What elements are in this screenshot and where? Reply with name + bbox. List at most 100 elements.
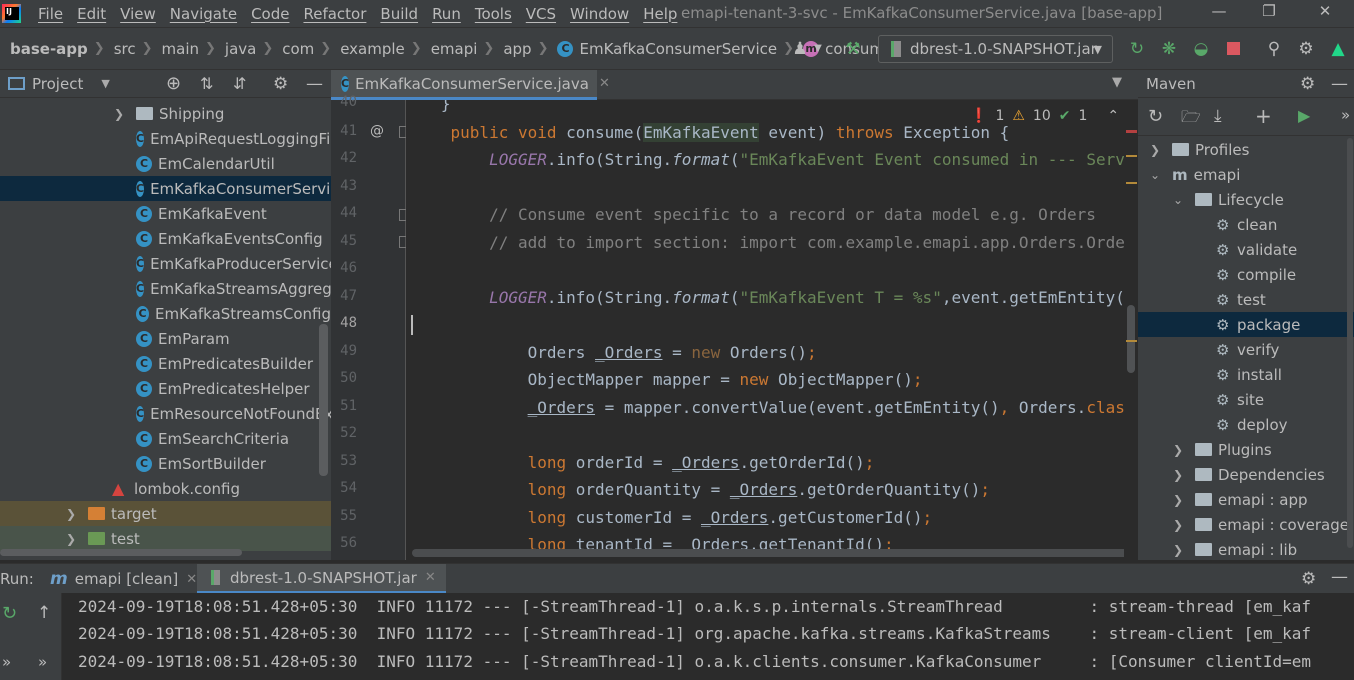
build-hammer-icon[interactable]: ⚒	[843, 39, 863, 59]
run-icon[interactable]: ▶	[1298, 106, 1310, 125]
coverage-icon[interactable]: ◒	[1191, 39, 1211, 59]
rerun-icon[interactable]: ↻	[1127, 39, 1147, 59]
maven-scrollbar[interactable]	[1347, 138, 1353, 548]
maven-goal-verify[interactable]: ⚙ verify	[1138, 337, 1354, 362]
warning-stripe-marker[interactable]	[1126, 155, 1137, 157]
tree-item-class[interactable]: C EmKafkaStreamsAggregator	[0, 276, 331, 301]
tree-item-class[interactable]: C EmSearchCriteria	[0, 426, 331, 451]
locate-target-icon[interactable]: ⊕	[166, 73, 181, 94]
maven-item-lifecycle[interactable]: ⌄ Lifecycle	[1138, 187, 1354, 212]
breadcrumb-com[interactable]: com	[282, 40, 314, 58]
tree-item-class[interactable]: C EmApiRequestLoggingFilter	[0, 126, 331, 151]
hide-panel-icon[interactable]: —	[306, 74, 323, 94]
chevron-right-icon[interactable]: ❯	[64, 532, 78, 546]
add-icon[interactable]: +	[1255, 104, 1272, 128]
run-settings-gear-icon[interactable]: ⚙	[1301, 569, 1316, 589]
plugin-logo-icon[interactable]: ▲	[1328, 39, 1348, 59]
menu-view[interactable]: View	[113, 5, 163, 23]
maven-goal-compile[interactable]: ⚙ compile	[1138, 262, 1354, 287]
minimize-button[interactable]: —	[1199, 2, 1239, 24]
override-annotation-icon[interactable]: @	[370, 123, 384, 139]
breadcrumb-emapi[interactable]: emapi	[431, 40, 478, 58]
reload-icon[interactable]: ↻	[1148, 106, 1163, 127]
previous-highlight-icon[interactable]: ⌃	[1107, 108, 1119, 124]
hide-panel-icon[interactable]: —	[1331, 74, 1348, 94]
editor-horizontal-scrollbar[interactable]	[412, 549, 1130, 557]
tree-item-class[interactable]: C EmKafkaStreamsConfig	[0, 301, 331, 326]
chevron-right-icon[interactable]: ❯	[1148, 143, 1162, 157]
maven-item-plugins[interactable]: ❯ Plugins	[1138, 437, 1354, 462]
tree-item-class[interactable]: C EmKafkaProducerService	[0, 251, 331, 276]
maven-goal-package-selected[interactable]: ⚙ package	[1138, 312, 1354, 337]
maven-goal-deploy[interactable]: ⚙ deploy	[1138, 412, 1354, 437]
project-horizontal-scrollbar[interactable]	[0, 549, 242, 556]
chevron-right-icon[interactable]: ❯	[1171, 443, 1185, 457]
maven-item-emapi[interactable]: ⌄ m emapi	[1138, 162, 1354, 187]
project-settings-gear-icon[interactable]: ⚙	[273, 74, 288, 94]
tree-item-class[interactable]: C EmCalendarUtil	[0, 151, 331, 176]
scroll-up-arrow-icon[interactable]: ↑	[37, 603, 51, 623]
stop-icon[interactable]	[1223, 39, 1243, 59]
restore-button[interactable]: ❐	[1249, 2, 1289, 24]
settings-gear-icon[interactable]: ⚙	[1296, 39, 1316, 59]
chevron-down-icon[interactable]: ▼	[101, 77, 109, 90]
tree-item-class[interactable]: C EmPredicatesBuilder	[0, 351, 331, 376]
menu-code[interactable]: Code	[244, 5, 296, 23]
chevron-down-icon[interactable]: ⌄	[1171, 193, 1185, 207]
chevron-right-icon[interactable]: ❯	[112, 107, 126, 121]
inspection-widget[interactable]: ❗1 ⚠10 ✔1 ⌃ ⌄	[970, 108, 1147, 124]
tree-item-class[interactable]: C EmKafkaEvent	[0, 201, 331, 226]
maven-goal-test[interactable]: ⚙ test	[1138, 287, 1354, 312]
menu-edit[interactable]: Edit	[70, 5, 113, 23]
maven-settings-gear-icon[interactable]: ⚙	[1300, 74, 1315, 94]
editor-vertical-scrollbar[interactable]	[1124, 100, 1138, 560]
project-scrollbar[interactable]	[319, 324, 328, 476]
tree-item-class[interactable]: C EmPredicatesHelper	[0, 376, 331, 401]
maven-item-dependencies[interactable]: ❯ Dependencies	[1138, 462, 1354, 487]
tree-item-file[interactable]: ▲ lombok.config	[0, 476, 331, 501]
chevron-right-icon[interactable]: ❯	[1171, 543, 1185, 557]
breadcrumb-main[interactable]: main	[162, 40, 199, 58]
maven-goal-site[interactable]: ⚙ site	[1138, 387, 1354, 412]
maven-item-module[interactable]: ❯ emapi : coverage	[1138, 512, 1354, 537]
generate-sources-icon[interactable]: 🗁	[1181, 106, 1201, 133]
more-icon[interactable]: »	[1341, 106, 1350, 124]
chevron-down-icon[interactable]: ▼	[808, 39, 828, 59]
menu-navigate[interactable]: Navigate	[163, 5, 244, 23]
editor-tab-active[interactable]: C EmKafkaConsumerService.java ✕	[331, 70, 610, 100]
menu-build[interactable]: Build	[373, 5, 425, 23]
tree-item-class[interactable]: C EmResourceNotFoundException	[0, 401, 331, 426]
maven-goal-validate[interactable]: ⚙ validate	[1138, 237, 1354, 262]
menu-run[interactable]: Run	[425, 5, 468, 23]
maven-item-module[interactable]: ❯ emapi : app	[1138, 487, 1354, 512]
chevron-right-icon[interactable]: ❯	[1171, 493, 1185, 507]
maven-goal-install[interactable]: ⚙ install	[1138, 362, 1354, 387]
menu-vcs[interactable]: VCS	[519, 5, 563, 23]
more-icon[interactable]: »	[2, 653, 11, 671]
tree-item-class[interactable]: C EmSortBuilder	[0, 451, 331, 476]
maven-item-module[interactable]: ❯ emapi : lib	[1138, 537, 1354, 560]
search-icon[interactable]: ⚲	[1264, 39, 1284, 59]
more-icon[interactable]: »	[38, 653, 47, 671]
chevron-right-icon[interactable]: ❯	[1171, 518, 1185, 532]
download-icon[interactable]: ⤓	[1214, 106, 1222, 126]
tree-item-class[interactable]: C EmKafkaEventsConfig	[0, 226, 331, 251]
code-editor[interactable]: } public void consume(EmKafkaEvent event…	[406, 100, 1136, 560]
menu-file[interactable]: File	[31, 5, 70, 23]
console-output[interactable]: 2024-09-19T18:08:51.428+05:30 INFO 11172…	[62, 593, 1354, 680]
tab-list-chevron-icon[interactable]: ▼	[1112, 75, 1122, 90]
chevron-down-icon[interactable]: ⌄	[1148, 168, 1162, 182]
menu-window[interactable]: Window	[563, 5, 636, 23]
debug-bug-icon[interactable]: ❋	[1159, 39, 1179, 59]
rerun-icon[interactable]: ↻	[2, 603, 17, 624]
chevron-right-icon[interactable]: ❯	[1171, 468, 1185, 482]
run-configuration-select[interactable]: dbrest-1.0-SNAPSHOT.jar ▼	[878, 35, 1113, 63]
collapse-all-icon[interactable]: ⇵	[233, 74, 246, 93]
warning-stripe-marker[interactable]	[1126, 340, 1137, 342]
tree-item-class-selected[interactable]: C EmKafkaConsumerService	[0, 176, 331, 201]
editor-scroll-thumb[interactable]	[1127, 305, 1135, 373]
user-icon[interactable]: ♟	[790, 39, 810, 59]
breadcrumb-project[interactable]: base-app	[10, 40, 88, 58]
breadcrumb-app[interactable]: app	[503, 40, 531, 58]
maven-item-profiles[interactable]: ❯ Profiles	[1138, 137, 1354, 162]
